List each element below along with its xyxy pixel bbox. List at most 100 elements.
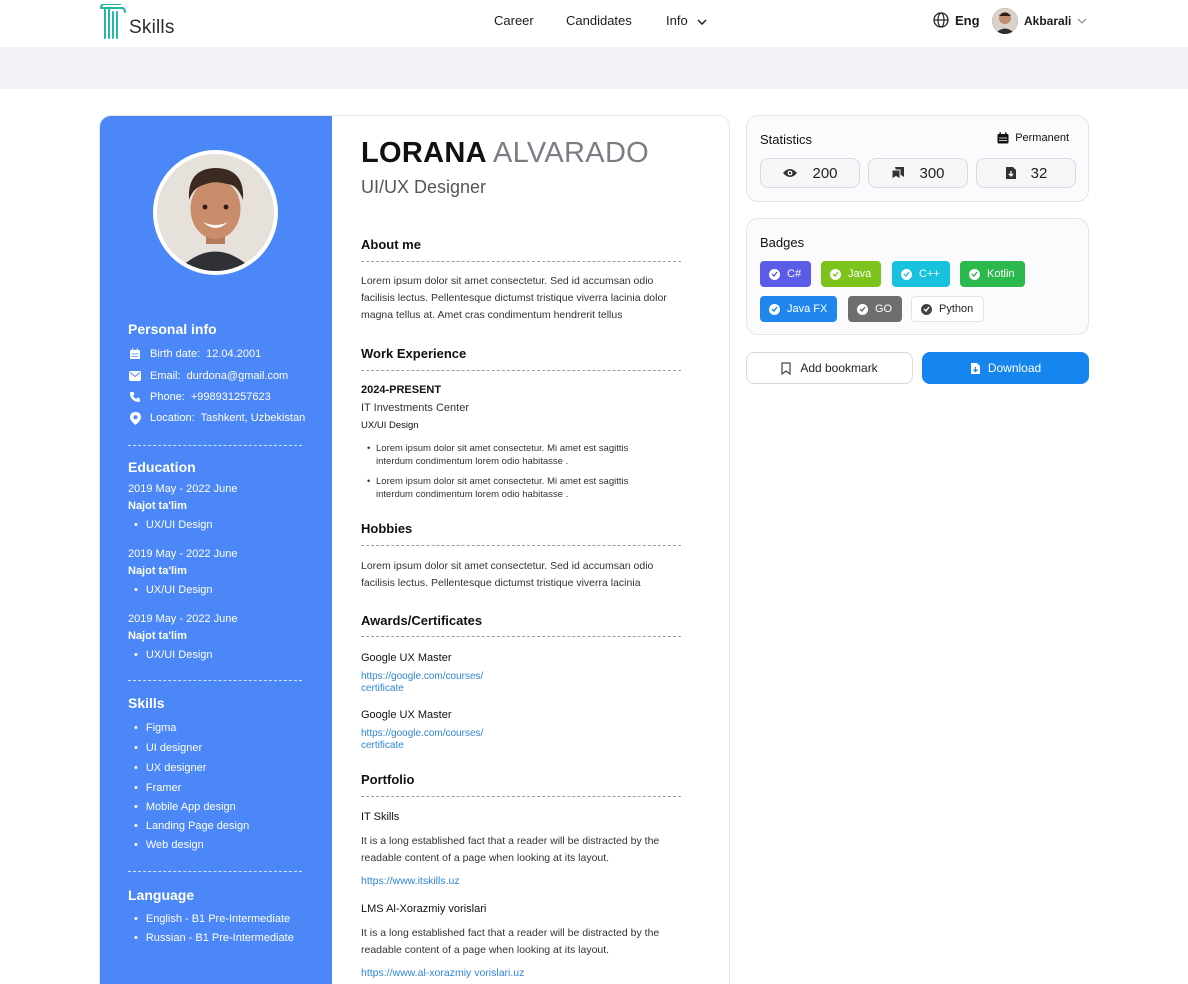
about-text: Lorem ipsum dolor sit amet consectetur. …	[361, 275, 667, 321]
award-name: Google UX Master	[361, 652, 452, 664]
portfolio-name: IT Skills	[361, 811, 400, 823]
check-icon	[769, 303, 780, 315]
email-label: Email:	[150, 370, 181, 382]
work-period: 2024-PRESENT	[361, 384, 442, 396]
award-link-line: https://google.com/courses/	[361, 728, 484, 739]
header-band	[0, 47, 1188, 89]
badge-java[interactable]: Java	[821, 261, 882, 287]
statistics-panel: Statistics Permanent 200 300 32	[746, 115, 1089, 202]
skill-item: UI designer	[134, 742, 202, 754]
chevron-down-icon	[697, 19, 707, 25]
sidebar-divider	[128, 871, 302, 872]
user-menu[interactable]: Akbarali	[992, 8, 1087, 34]
employment-type-label: Permanent	[1015, 132, 1069, 144]
sidebar-divider	[128, 680, 302, 681]
statistics-title: Statistics	[760, 132, 813, 147]
nav-info-label: Info	[666, 13, 688, 28]
award-link[interactable]: https://google.com/courses/ certificate	[361, 728, 483, 752]
skill-item: Mobile App design	[134, 801, 236, 813]
portfolio-link[interactable]: https://www.al-xorazmiy vorislari.uz	[361, 967, 524, 979]
badge-label: Java	[848, 268, 872, 280]
birth-date-label: Birth date:	[150, 348, 201, 360]
calendar-icon	[128, 347, 142, 361]
education-course: UX/UI Design	[134, 519, 213, 531]
skill-item: UX designer	[134, 762, 207, 774]
language-item: English - B1 Pre-Intermediate	[134, 913, 290, 925]
work-company: IT Investments Center	[361, 402, 470, 414]
logo-text: Skills	[129, 17, 175, 38]
bookmark-icon	[781, 361, 791, 375]
award-link-line: https://google.com/courses/	[361, 671, 484, 682]
work-title: Work Experience	[361, 346, 467, 361]
calendar-icon	[997, 132, 1009, 144]
section-divider	[361, 636, 681, 637]
award-link[interactable]: https://google.com/courses/ certificate	[361, 671, 483, 695]
section-divider	[361, 545, 681, 546]
birth-date-value: 12.04.2001	[206, 348, 262, 360]
logo[interactable]: Skills	[99, 4, 175, 40]
views-stat: 200	[760, 158, 860, 188]
badge-label: Java FX	[787, 303, 828, 315]
globe-icon	[933, 12, 949, 28]
resume-card: Personal info Birth date: 12.04.2001 Ema…	[99, 115, 730, 984]
employment-type: Permanent	[997, 132, 1069, 144]
badge-label: C#	[787, 268, 802, 280]
portfolio-title: Portfolio	[361, 772, 415, 787]
resume-main: LORANA ALVARADO UI/UX Designer About me …	[332, 116, 729, 984]
nav-candidates[interactable]: Candidates	[566, 13, 632, 28]
portfolio-link[interactable]: https://www.itskills.uz	[361, 875, 460, 887]
language-selector[interactable]: Eng	[933, 12, 980, 28]
hobbies-title: Hobbies	[361, 521, 413, 536]
badge-javafx[interactable]: Java FX	[760, 296, 838, 322]
badges-title: Badges	[760, 235, 805, 250]
check-icon	[830, 268, 841, 280]
location-label: Location:	[150, 412, 195, 424]
download-button[interactable]: Download	[922, 352, 1089, 384]
education-title: Education	[128, 459, 196, 475]
check-icon	[969, 268, 980, 280]
saves-count: 300	[919, 164, 945, 182]
section-divider	[361, 261, 681, 262]
education-course: UX/UI Design	[134, 649, 213, 661]
download-file-icon	[970, 362, 980, 374]
mail-icon	[128, 369, 142, 383]
skill-item: Landing Page design	[134, 820, 249, 832]
education-school: Najot ta'lim	[128, 630, 187, 642]
award-link-line: certificate	[361, 683, 404, 694]
badge-csharp[interactable]: C#	[760, 261, 812, 287]
badge-python[interactable]: Python	[911, 296, 985, 322]
downloads-count: 32	[1030, 164, 1048, 182]
awards-title: Awards/Certificates	[361, 613, 483, 628]
phone-label: Phone:	[150, 391, 185, 403]
badges-panel: Badges C# Java C++ Kotlin Java FX GO Pyt…	[746, 218, 1089, 335]
work-role: UX/UI Design	[361, 420, 419, 431]
add-bookmark-button[interactable]: Add bookmark	[746, 352, 913, 384]
section-divider	[361, 370, 681, 371]
eye-icon	[783, 169, 798, 177]
badge-kotlin[interactable]: Kotlin	[960, 261, 1025, 287]
email-value[interactable]: durdona@gmail.com	[187, 370, 289, 382]
award-name: Google UX Master	[361, 709, 452, 721]
check-icon	[769, 268, 780, 280]
badge-go[interactable]: GO	[848, 296, 903, 322]
nav-info[interactable]: Info	[666, 13, 707, 28]
phone-value[interactable]: +998931257623	[191, 391, 271, 403]
location-pin-icon	[128, 411, 142, 425]
location-value: Tashkent, Uzbekistan	[200, 412, 306, 424]
portfolio-name: LMS Al-Xorazmiy vorislari	[361, 903, 487, 915]
badge-cpp[interactable]: C++	[892, 261, 950, 287]
book-icon	[891, 167, 905, 180]
skill-item: Web design	[134, 839, 204, 851]
language-item: Russian - B1 Pre-Intermediate	[134, 932, 294, 944]
download-file-icon	[1005, 167, 1016, 179]
work-bullet: Lorem ipsum dolor sit amet consectetur. …	[367, 475, 667, 501]
phone-row: Phone: +998931257623	[128, 390, 271, 404]
last-name: ALVARADO	[493, 137, 650, 169]
skills-title: Skills	[128, 695, 165, 711]
personal-info-title: Personal info	[128, 321, 217, 337]
education-dates: 2019 May - 2022 June	[128, 548, 238, 560]
portfolio-text: It is a long established fact that a rea…	[361, 835, 660, 864]
nav-career[interactable]: Career	[494, 13, 534, 28]
downloads-stat: 32	[976, 158, 1076, 188]
badge-label: GO	[875, 303, 893, 315]
